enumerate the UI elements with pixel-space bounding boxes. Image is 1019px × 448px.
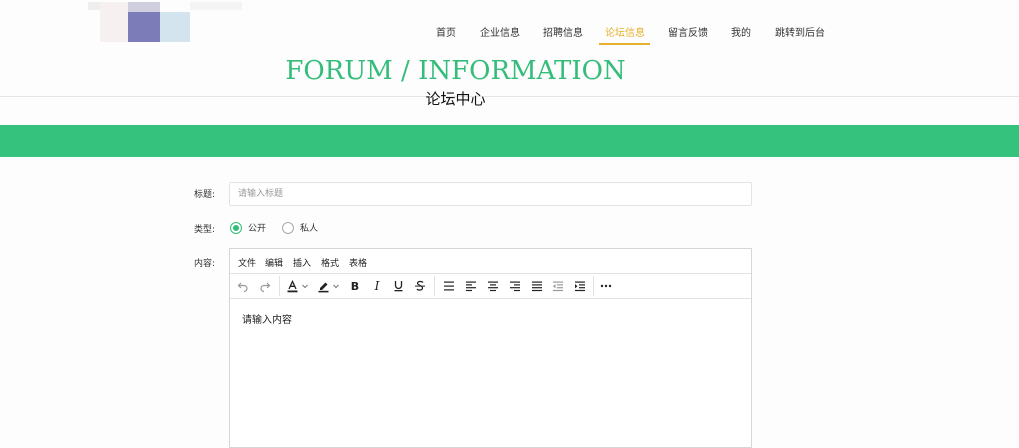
menu-insert[interactable]: 插入 bbox=[293, 256, 311, 269]
menu-format[interactable]: 格式 bbox=[321, 256, 339, 269]
editor-toolbar: B I bbox=[230, 274, 751, 299]
title-input[interactable] bbox=[229, 182, 752, 206]
toolbar-separator bbox=[593, 276, 594, 296]
page-title: FORUM / INFORMATION bbox=[285, 56, 626, 86]
banner-band bbox=[0, 125, 1019, 157]
nav-forum[interactable]: 论坛信息 bbox=[605, 24, 645, 39]
editor-menubar: 文件 编辑 插入 格式 表格 bbox=[230, 249, 751, 274]
strikethrough-icon[interactable] bbox=[413, 279, 427, 293]
underline-icon[interactable] bbox=[391, 279, 405, 293]
nav-company[interactable]: 企业信息 bbox=[480, 24, 520, 39]
rich-text-editor: 文件 编辑 插入 格式 表格 B I 请输入内容 bbox=[229, 248, 752, 448]
highlight-color-dropdown-icon[interactable] bbox=[329, 279, 343, 293]
align-center-icon[interactable] bbox=[486, 279, 500, 293]
indent-icon[interactable] bbox=[573, 279, 587, 293]
menu-table[interactable]: 表格 bbox=[349, 256, 367, 269]
nav-admin[interactable]: 跳转到后台 bbox=[775, 24, 825, 39]
type-label: 类型: bbox=[194, 225, 216, 235]
text-color-dropdown-icon[interactable] bbox=[298, 279, 312, 293]
align-left-icon[interactable] bbox=[464, 279, 478, 293]
content-label: 内容: bbox=[194, 259, 216, 269]
align-right-icon[interactable] bbox=[508, 279, 522, 293]
align-justify-icon[interactable] bbox=[530, 279, 544, 293]
redo-icon[interactable] bbox=[258, 279, 272, 293]
radio-private[interactable]: 私人 bbox=[282, 221, 318, 234]
page-subtitle: 论坛中心 bbox=[425, 90, 486, 108]
text-color-icon[interactable] bbox=[285, 279, 299, 293]
line-height-icon[interactable] bbox=[442, 279, 456, 293]
toolbar-separator bbox=[434, 276, 435, 296]
radio-public-circle[interactable] bbox=[230, 221, 242, 234]
radio-public[interactable]: 公开 bbox=[230, 221, 266, 234]
nav-mine[interactable]: 我的 bbox=[731, 24, 751, 39]
toolbar-separator bbox=[279, 276, 280, 296]
highlight-color-icon[interactable] bbox=[316, 279, 330, 293]
outdent-icon[interactable] bbox=[551, 279, 565, 293]
radio-private-circle[interactable] bbox=[282, 221, 294, 234]
menu-edit[interactable]: 编辑 bbox=[265, 256, 283, 269]
undo-icon[interactable] bbox=[236, 279, 250, 293]
italic-icon[interactable]: I bbox=[370, 279, 384, 293]
nav-feedback[interactable]: 留言反馈 bbox=[668, 24, 708, 39]
radio-private-label: 私人 bbox=[300, 224, 319, 234]
menu-file[interactable]: 文件 bbox=[238, 256, 256, 269]
nav-home[interactable]: 首页 bbox=[436, 24, 456, 39]
nav-recruit[interactable]: 招聘信息 bbox=[543, 24, 583, 39]
editor-content[interactable]: 请输入内容 bbox=[242, 311, 292, 326]
site-logo[interactable] bbox=[88, 2, 248, 44]
bold-icon[interactable]: B bbox=[348, 279, 362, 293]
nav-active-underline bbox=[599, 43, 650, 45]
more-icon[interactable] bbox=[599, 279, 613, 293]
title-label: 标题: bbox=[194, 190, 216, 200]
radio-public-label: 公开 bbox=[248, 224, 267, 234]
